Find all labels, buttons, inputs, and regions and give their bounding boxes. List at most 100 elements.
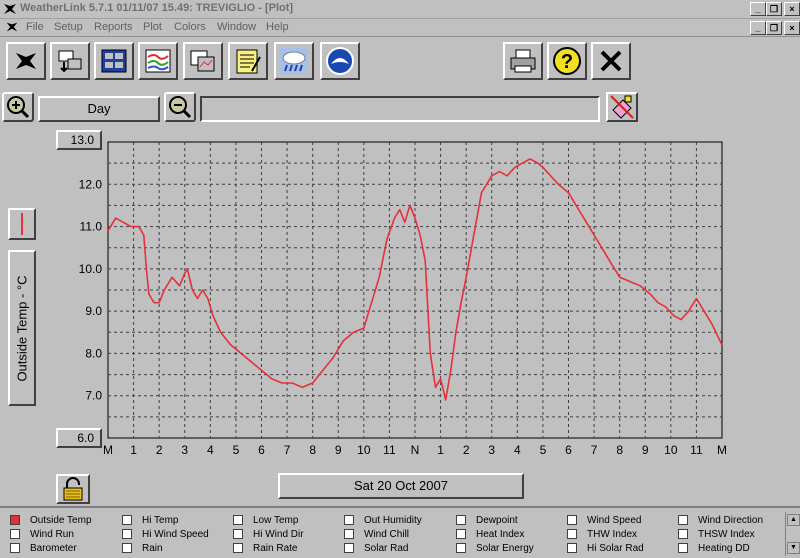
legend-checkbox[interactable] [10,529,20,540]
x-tick-label: 2 [463,443,470,457]
legend-checkbox[interactable] [456,515,466,526]
legend-checkbox[interactable] [678,529,688,540]
eraser-button[interactable] [606,92,638,122]
legend-item[interactable]: Solar Rad [344,543,408,554]
noaa-button[interactable] [320,42,360,80]
legend-item[interactable]: Heating DD [678,543,750,554]
date-button[interactable]: Sat 20 Oct 2007 [278,473,524,499]
legend-item[interactable]: Dewpoint [456,515,518,526]
close-icon [600,50,622,72]
y-tick-label: 10.0 [79,262,103,276]
legend-item[interactable]: Solar Energy [456,543,534,554]
legend-label: Low Temp [253,515,299,526]
menu-reports[interactable]: Reports [94,21,133,33]
legend-label: Hi Wind Dir [253,529,304,540]
menu-window[interactable]: Window [217,21,256,33]
y-tick-label: 8.0 [85,346,102,360]
menu-colors[interactable]: Colors [174,21,206,33]
x-tick-label: 9 [335,443,342,457]
legend-checkbox[interactable] [344,529,354,540]
y-tick-label: 7.0 [85,389,102,403]
notes-icon [236,49,261,74]
legend-checkbox[interactable] [678,543,688,554]
legend-item[interactable]: Wind Speed [567,515,641,526]
strip-chart-button[interactable] [138,42,178,80]
menu-setup[interactable]: Setup [54,21,83,33]
weather-button[interactable] [274,42,314,80]
weatherlink-app-icon[interactable] [2,1,18,17]
range-selector[interactable]: Day [38,96,160,122]
doc-close-button[interactable]: × [784,21,800,35]
bulletin-button[interactable] [94,42,134,80]
legend-checkbox[interactable] [233,543,243,554]
legend-item[interactable]: Out Humidity [344,515,422,526]
menu-plot[interactable]: Plot [143,21,162,33]
legend-item[interactable]: Hi Temp [122,515,179,526]
legend-checkbox[interactable] [567,515,577,526]
minimize-button[interactable]: _ [750,2,766,16]
window-title: WeatherLink 5.7.1 01/11/07 15.49: TREVIG… [20,2,294,14]
legend-label: Wind Run [30,529,74,540]
legend-item[interactable]: Outside Temp [10,515,92,526]
zoom-in-button[interactable] [2,92,34,122]
legend-item[interactable]: THW Index [567,529,637,540]
legend-item[interactable]: Hi Solar Rad [567,543,644,554]
close-window-button[interactable]: × [784,2,800,16]
legend-checkbox[interactable] [456,529,466,540]
help-button[interactable]: ? [547,42,587,80]
legend-label: Solar Rad [364,543,409,554]
legend-label: THSW Index [698,529,755,540]
legend-checkbox[interactable] [678,515,688,526]
x-tick-label: 1 [130,443,137,457]
legend-checkbox[interactable] [344,515,354,526]
legend-item[interactable]: Hi Wind Speed [122,529,209,540]
zoom-in-icon [7,96,30,119]
noaa-icon [326,47,354,75]
document-icon[interactable] [4,20,20,34]
x-tick-label: 11 [383,443,396,457]
legend-checkbox[interactable] [567,529,577,540]
station-button[interactable] [6,42,46,80]
download-button[interactable] [50,42,90,80]
legend-checkbox[interactable] [122,543,132,554]
legend-item[interactable]: Barometer [10,543,77,554]
legend-checkbox[interactable] [122,515,132,526]
legend-scrollbar[interactable]: ▲ ▼ [785,512,800,556]
legend-item[interactable]: Wind Run [10,529,74,540]
legend-label: Outside Temp [30,515,92,526]
print-button[interactable] [503,42,543,80]
legend-checkbox[interactable] [10,515,20,526]
menu-file[interactable]: File [26,21,44,33]
menu-help[interactable]: Help [266,21,289,33]
doc-restore-button[interactable]: ❐ [766,21,782,35]
legend-item[interactable]: Rain [122,543,163,554]
legend-checkbox[interactable] [456,543,466,554]
legend-item[interactable]: Wind Chill [344,529,409,540]
restore-button[interactable]: ❐ [766,2,782,16]
lock-button[interactable] [56,474,90,504]
legend-checkbox[interactable] [233,515,243,526]
scroll-down-arrow-icon[interactable]: ▼ [787,542,800,554]
legend-checkbox[interactable] [344,543,354,554]
range-text-field[interactable] [200,96,600,122]
x-tick-label: M [103,443,113,457]
zoom-out-button[interactable] [164,92,196,122]
doc-minimize-button[interactable]: _ [750,21,766,35]
help-icon: ? [553,47,581,75]
legend-item[interactable]: Hi Wind Dir [233,529,304,540]
legend-checkbox[interactable] [10,543,20,554]
legend-checkbox[interactable] [122,529,132,540]
legend-item[interactable]: Low Temp [233,515,298,526]
legend-checkbox[interactable] [567,543,577,554]
legend-item[interactable]: Wind Direction [678,515,763,526]
legend-item[interactable]: Rain Rate [233,543,297,554]
notes-button[interactable] [228,42,268,80]
legend-checkbox[interactable] [233,529,243,540]
scroll-up-arrow-icon[interactable]: ▲ [787,514,800,526]
x-tick-label: 7 [591,443,598,457]
legend-item[interactable]: Heat Index [456,529,524,540]
summary-button[interactable] [183,42,223,80]
legend-item[interactable]: THSW Index [678,529,755,540]
close-plot-button[interactable] [591,42,631,80]
station-icon [16,53,36,69]
